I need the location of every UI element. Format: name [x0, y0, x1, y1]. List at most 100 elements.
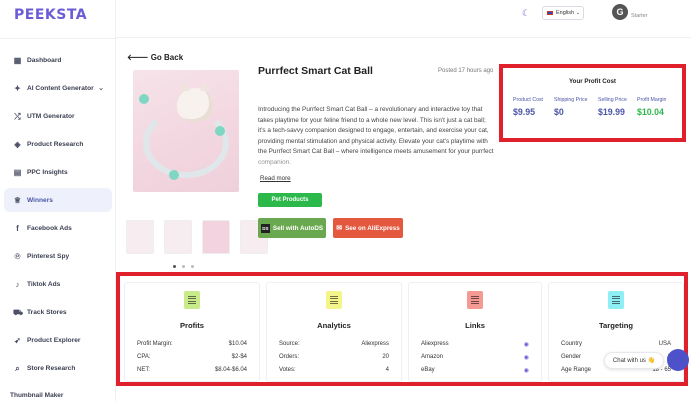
language-label: English [556, 10, 575, 16]
eye-icon[interactable]: ◉ [524, 341, 529, 348]
shipping-price-value: $0 [554, 107, 564, 117]
product-cost-label: Product Cost [513, 97, 543, 103]
product-thumbnail[interactable] [202, 220, 230, 254]
row-label: Votes: [279, 367, 296, 373]
card-row: Country USA [561, 341, 671, 347]
product-image [133, 70, 239, 192]
sidebar-item-winners[interactable]: ♕ Winners [4, 188, 112, 212]
dark-mode-toggle-icon[interactable]: ☾ [522, 8, 530, 19]
sidebar-item-ai-content-generator[interactable]: ✦ AI Content Generator ⌄ [4, 76, 112, 100]
targeting-icon [608, 291, 624, 309]
app-logo[interactable]: PEEKSTA [14, 7, 87, 23]
sidebar-item-label: Pinterest Spy [27, 252, 70, 260]
sidebar-item-store-research[interactable]: ⌕ Store Research [4, 356, 112, 380]
carousel-dot[interactable] [173, 265, 176, 268]
thumbnail-strip [126, 220, 268, 254]
avatar: G [612, 4, 628, 20]
carousel-dot[interactable] [191, 265, 194, 268]
card-row: CPA: $2-$4 [137, 354, 247, 360]
sidebar-item-utm-generator[interactable]: ⤮ UTM Generator [4, 104, 112, 128]
sidebar-item-thumbnail-maker[interactable]: Thumbnail Maker [10, 392, 63, 399]
sidebar-item-label: Dashboard [27, 56, 62, 64]
sell-with-autods-button[interactable]: DS Sell with AutoDS [258, 218, 326, 238]
sidebar: PEEKSTA ▦ Dashboard ✦ AI Content Generat… [0, 0, 116, 401]
profit-margin-value: $10.04 [637, 107, 664, 117]
category-tag: Pet Products [258, 193, 322, 207]
sidebar-nav: ▦ Dashboard ✦ AI Content Generator ⌄ ⤮ U… [4, 48, 112, 384]
cat-figure [177, 82, 213, 122]
chevron-down-icon: ⌄ [575, 10, 580, 16]
go-back-label: Go Back [150, 53, 184, 62]
profit-cost-panel: Your Profit Cost Product Cost $9.95 Ship… [499, 64, 686, 142]
carousel-dots [173, 265, 194, 268]
link-row-ebay[interactable]: eBay ◉ [421, 367, 529, 374]
tiktok-icon: ♪ [15, 279, 20, 289]
chat-launcher-button[interactable] [667, 349, 689, 371]
row-label: Orders: [279, 354, 300, 360]
sidebar-item-product-explorer[interactable]: ➶ Product Explorer [4, 328, 112, 352]
sidebar-item-label: AI Content Generator [27, 84, 94, 92]
row-label: Age Range [561, 367, 592, 373]
product-cost-value: $9.95 [513, 107, 536, 117]
row-label: Source: [279, 341, 300, 347]
cat-ball [215, 126, 225, 136]
chat-with-us-bubble[interactable]: Chat with us 👋 [604, 352, 664, 369]
shipping-price-label: Shipping Price [554, 97, 588, 103]
see-on-aliexpress-button[interactable]: ✉ See on AliExpress [333, 218, 403, 238]
links-card: Links Aliexpress ◉ Amazon ◉ eBay ◉ [408, 282, 542, 382]
row-value: 20 [382, 354, 389, 360]
product-thumbnail[interactable] [126, 220, 154, 254]
product-cost: Product Cost $9.95 [513, 97, 543, 117]
facebook-icon: f [16, 223, 19, 233]
pinterest-icon: ℗ [14, 251, 21, 261]
shipping-price: Shipping Price $0 [554, 97, 587, 117]
eye-icon[interactable]: ◉ [524, 354, 529, 361]
sidebar-item-label: Product Research [27, 140, 84, 148]
autods-label: Sell with AutoDS [272, 224, 324, 232]
shuffle-icon: ⤮ [14, 111, 21, 121]
sidebar-item-label: Facebook Ads [27, 224, 72, 232]
row-label: eBay [421, 367, 435, 373]
row-value: $8.04-$6.04 [214, 367, 247, 373]
links-icon [467, 291, 483, 309]
row-label: Amazon [421, 354, 444, 360]
analytics-icon [326, 291, 342, 309]
top-bar: ☾ English ⌄ G Starter [116, 0, 691, 38]
card-row: Profit Margin: $10.04 [137, 341, 247, 347]
row-label: Country [561, 341, 583, 347]
link-row-aliexpress[interactable]: Aliexpress ◉ [421, 341, 529, 348]
sidebar-item-tiktok-ads[interactable]: ♪ Tiktok Ads [4, 272, 112, 296]
sidebar-item-product-research[interactable]: ◈ Product Research [4, 132, 112, 156]
read-more-link[interactable]: Read more [260, 175, 291, 182]
carousel-dot[interactable] [182, 265, 185, 268]
row-label: Profit Margin: [137, 341, 173, 347]
card-row: NET: $8.04-$6.04 [137, 367, 247, 373]
card-title: Profits [179, 321, 205, 330]
profit-margin: Profit Margin $10.04 [637, 97, 666, 117]
link-row-amazon[interactable]: Amazon ◉ [421, 354, 529, 361]
row-value: $10.04 [228, 341, 247, 347]
sidebar-item-label: Tiktok Ads [27, 280, 61, 288]
sidebar-item-track-stores[interactable]: ⛟ Track Stores [4, 300, 112, 324]
sidebar-item-ppc-insights[interactable]: ▤ PPC Insights [4, 160, 112, 184]
sidebar-item-label: Store Research [27, 364, 76, 372]
eye-icon[interactable]: ◉ [524, 367, 529, 374]
product-thumbnail[interactable] [164, 220, 192, 254]
selling-price: Selling Price $19.99 [598, 97, 627, 117]
row-value: Aliexpress [361, 341, 389, 347]
card-title: Analytics [317, 321, 351, 330]
analytics-card: Analytics Source: Aliexpress Orders: 20 … [266, 282, 402, 382]
go-back-link[interactable]: 🡐 Go Back [127, 52, 183, 62]
sidebar-item-pinterest-spy[interactable]: ℗ Pinterest Spy [4, 244, 112, 268]
sidebar-item-dashboard[interactable]: ▦ Dashboard [4, 48, 112, 72]
cube-icon: ◈ [14, 139, 21, 149]
user-plan: Starter [631, 13, 648, 19]
posted-time: Posted 17 hours ago [438, 68, 494, 74]
selling-price-label: Selling Price [598, 97, 627, 103]
aliexpress-label: See on AliExpress [345, 224, 400, 232]
sidebar-item-facebook-ads[interactable]: f Facebook Ads [4, 216, 112, 240]
user-menu[interactable]: G Starter [612, 4, 648, 20]
language-select[interactable]: English ⌄ [542, 6, 584, 20]
row-value: $2-$4 [231, 354, 247, 360]
sidebar-item-label: PPC Insights [27, 168, 68, 176]
